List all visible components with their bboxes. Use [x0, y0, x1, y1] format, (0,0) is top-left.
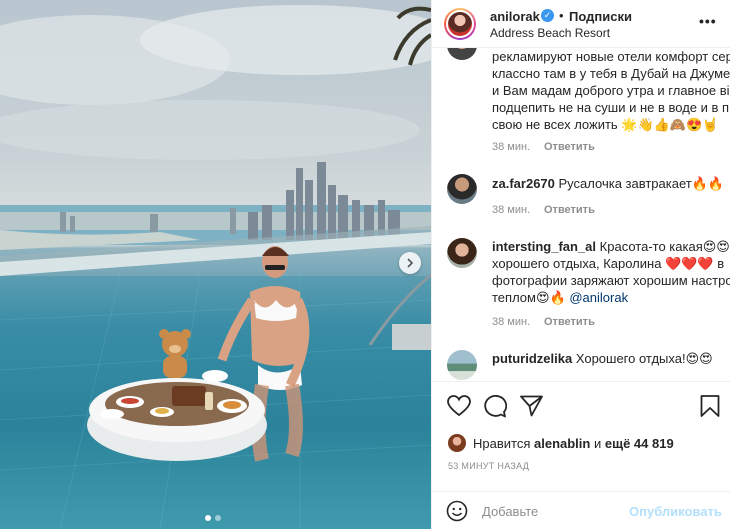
- likes-conjunction: и: [593, 436, 602, 451]
- comment-item: za.far2670 Русалочка завтракает🔥🔥: [492, 175, 724, 192]
- reply-button[interactable]: Ответить: [544, 316, 595, 328]
- comment-text: теплом😍🔥: [492, 290, 566, 305]
- post-side-panel: anilorak ✓ • Подписки Address Beach Reso…: [431, 0, 730, 529]
- comment-username[interactable]: za.far2670: [492, 176, 555, 191]
- avatar[interactable]: [444, 8, 476, 40]
- verified-icon: ✓: [541, 9, 554, 22]
- smile-icon[interactable]: [446, 500, 468, 522]
- comment-icon[interactable]: [483, 395, 507, 418]
- comment-text: Русалочка завтракает🔥🔥: [558, 176, 725, 191]
- publish-button[interactable]: Опубликовать: [629, 504, 722, 519]
- reply-button[interactable]: Ответить: [544, 204, 595, 216]
- likes-count-button[interactable]: ещё 44 819: [605, 436, 674, 451]
- comment-text-line: и Вам мадам доброго утра и главное ві: [492, 83, 730, 98]
- comment-composer: Опубликовать: [432, 491, 730, 529]
- post-photo[interactable]: [0, 0, 431, 529]
- comment-text-line: теплом😍🔥 @anilorak: [492, 289, 628, 306]
- comment-avatar[interactable]: [447, 238, 477, 268]
- comment-text-line: свою не всех ложить 🌟👋👍🙈😍🤘: [492, 117, 719, 132]
- comments-list[interactable]: рекламируют новые отели комфорт сер клас…: [432, 48, 730, 381]
- comment-avatar[interactable]: [447, 350, 477, 380]
- comment-text-line: подцепить не на суши и не в воде и в п: [492, 100, 730, 115]
- comment-time[interactable]: 38 мин.: [492, 204, 530, 216]
- separator-dot: •: [559, 8, 564, 23]
- post-location[interactable]: Address Beach Resort: [490, 26, 610, 40]
- comment-text: Хорошего отдыха!😍😍: [575, 351, 713, 366]
- post-timestamp[interactable]: 53 МИНУТ НАЗАД: [448, 461, 529, 471]
- comment-time[interactable]: 38 мин.: [492, 141, 530, 153]
- avatar[interactable]: [448, 434, 466, 452]
- pool-scene-illustration: [0, 5, 431, 529]
- post-actions: Нравится alenablin и ещё 44 819 53 МИНУТ…: [432, 381, 730, 501]
- next-slide-button[interactable]: [399, 252, 421, 274]
- chevron-right-icon: [407, 258, 414, 268]
- comment-text-line: рекламируют новые отели комфорт сер: [492, 49, 730, 64]
- comment-input[interactable]: [482, 502, 622, 520]
- more-icon[interactable]: •••: [699, 13, 717, 29]
- heart-icon[interactable]: [447, 395, 471, 417]
- comment-username[interactable]: puturidzelika: [492, 351, 572, 366]
- comment-avatar[interactable]: [447, 48, 477, 60]
- likes-prefix: Нравится: [473, 436, 531, 451]
- carousel-indicator: [205, 515, 221, 521]
- comment-item: intersting_fan_al Красота-то какая😍😍: [492, 238, 730, 255]
- comment-text: Красота-то какая😍😍: [599, 239, 730, 254]
- bookmark-icon[interactable]: [700, 395, 720, 417]
- share-icon[interactable]: [520, 395, 543, 417]
- following-button[interactable]: Подписки: [569, 9, 632, 24]
- post-author-username[interactable]: anilorak: [490, 9, 540, 24]
- comment-text-line: фотографии заряжают хорошим настро: [492, 273, 730, 288]
- liker-username[interactable]: alenablin: [534, 436, 590, 451]
- comment-username[interactable]: intersting_fan_al: [492, 239, 596, 254]
- comment-text-line: классно там в у тебя в Дубай на Джуме: [492, 66, 730, 81]
- carousel-dot: [215, 515, 221, 521]
- comment-time[interactable]: 38 мин.: [492, 316, 530, 328]
- carousel-dot: [205, 515, 211, 521]
- likes-summary: Нравится alenablin и ещё 44 819: [473, 436, 674, 451]
- comment-avatar[interactable]: [447, 174, 477, 204]
- comment-text-line: хорошего отдыха, Каролина ❤️❤️❤️ в: [492, 256, 725, 271]
- reply-button[interactable]: Ответить: [544, 141, 595, 153]
- post-header: anilorak ✓ • Подписки Address Beach Reso…: [432, 0, 730, 48]
- mention-link[interactable]: @anilorak: [569, 290, 628, 305]
- comment-item: puturidzelika Хорошего отдыха!😍😍: [492, 350, 713, 367]
